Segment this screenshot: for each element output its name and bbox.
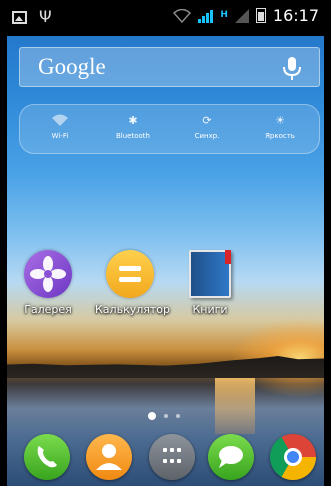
page-indicator bbox=[148, 412, 180, 420]
screen-border-left bbox=[0, 0, 7, 486]
signal-strength-icon bbox=[198, 9, 214, 23]
app-calculator[interactable]: Калькулятор bbox=[95, 250, 170, 316]
qs-sync-toggle[interactable]: ⟳ Синхр. bbox=[177, 111, 237, 141]
home-screen: Ψ H 16:17 Google Wi-Fi ✱ Bluetooth ⟳ Син… bbox=[0, 0, 331, 486]
status-time: 16:17 bbox=[272, 6, 319, 25]
contacts-icon[interactable] bbox=[86, 434, 132, 480]
page-dot bbox=[176, 414, 180, 418]
brightness-icon: ☀ bbox=[275, 113, 285, 127]
qs-label: Wi-Fi bbox=[51, 132, 69, 140]
qs-wifi-toggle[interactable]: Wi-Fi bbox=[30, 111, 90, 140]
screenshot-notification-icon bbox=[12, 10, 27, 24]
wifi-icon bbox=[52, 114, 68, 126]
page-dot-active bbox=[148, 412, 156, 420]
dock bbox=[0, 428, 331, 486]
app-label: Галерея bbox=[24, 303, 72, 316]
qs-label: Яркость bbox=[265, 132, 295, 140]
message-bubble-icon[interactable] bbox=[208, 434, 254, 480]
usb-icon: Ψ bbox=[39, 7, 52, 26]
network-type-icon: H bbox=[220, 10, 228, 20]
wifi-icon bbox=[173, 8, 192, 23]
app-gallery[interactable]: Галерея bbox=[13, 250, 83, 316]
microphone-icon[interactable] bbox=[281, 56, 303, 82]
qs-label: Bluetooth bbox=[116, 132, 150, 140]
google-logo: Google bbox=[38, 54, 106, 79]
wallpaper-reflection bbox=[215, 378, 255, 434]
qs-brightness-toggle[interactable]: ☀ Яркость bbox=[250, 111, 310, 141]
chrome-icon[interactable] bbox=[270, 434, 316, 480]
status-bar[interactable]: Ψ H 16:17 bbox=[0, 0, 331, 36]
app-drawer-icon[interactable] bbox=[149, 434, 195, 480]
phone-icon[interactable] bbox=[24, 434, 70, 480]
quick-settings-widget: Wi-Fi ✱ Bluetooth ⟳ Синхр. ☀ Яркость bbox=[19, 104, 320, 154]
no-signal-sim2-icon bbox=[234, 8, 249, 23]
battery-icon bbox=[255, 8, 266, 23]
app-label: Калькулятор bbox=[95, 303, 170, 316]
google-search-bar[interactable]: Google bbox=[19, 47, 320, 87]
app-books[interactable]: Книги bbox=[175, 250, 245, 316]
wallpaper-treeline bbox=[0, 356, 331, 378]
qs-bluetooth-toggle[interactable]: ✱ Bluetooth bbox=[103, 111, 163, 141]
app-label: Книги bbox=[192, 303, 228, 316]
gallery-flower-icon bbox=[24, 250, 72, 298]
qs-label: Синхр. bbox=[194, 132, 220, 140]
calculator-icon bbox=[106, 250, 154, 298]
page-dot bbox=[164, 414, 168, 418]
books-icon bbox=[189, 250, 231, 298]
screen-border-right bbox=[324, 0, 331, 486]
sync-icon: ⟳ bbox=[202, 113, 212, 127]
bluetooth-icon: ✱ bbox=[128, 113, 138, 127]
